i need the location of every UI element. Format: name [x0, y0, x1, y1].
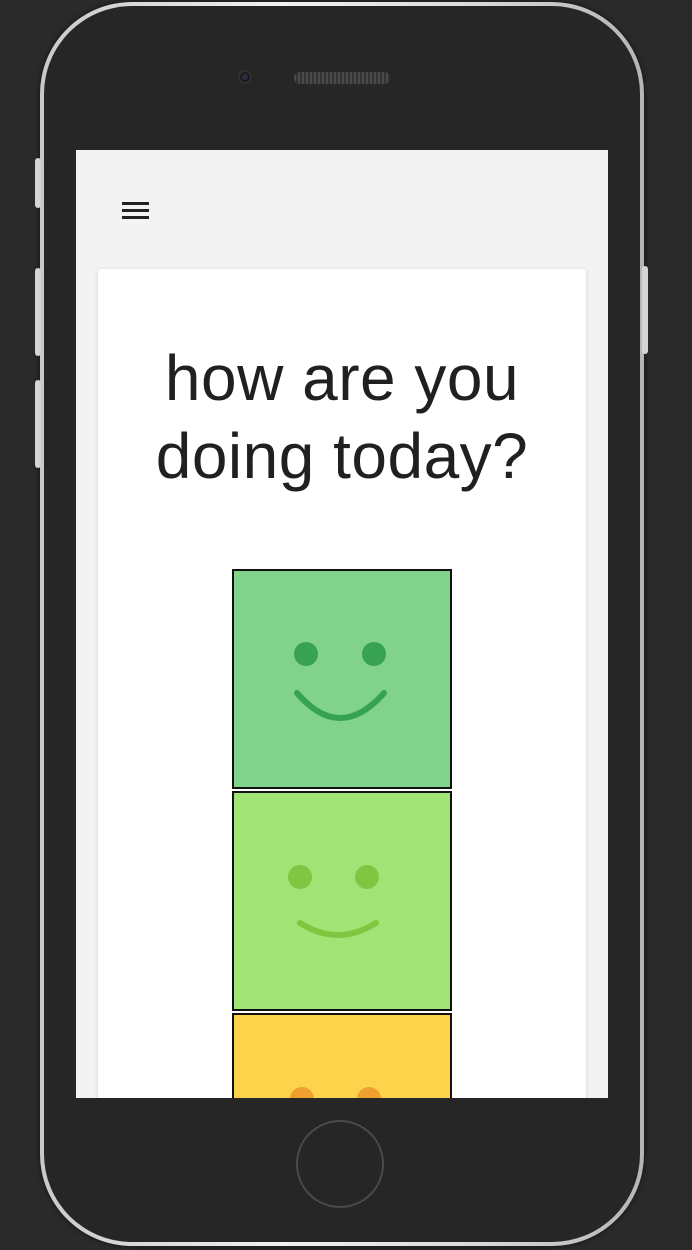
menu-line — [122, 216, 149, 219]
power-button — [642, 266, 648, 354]
volume-up-button — [35, 268, 41, 356]
volume-down-button — [35, 380, 41, 468]
menu-line — [122, 209, 149, 212]
smile-icon — [288, 865, 379, 938]
mood-card: how are you doing today? — [98, 269, 586, 1098]
menu-line — [122, 202, 149, 205]
face-eye — [288, 865, 312, 889]
earpiece-speaker — [294, 72, 390, 84]
face-mouth — [294, 690, 387, 721]
mood-option-great[interactable] — [232, 569, 452, 789]
face-eye — [294, 642, 318, 666]
app-screen: how are you doing today? — [76, 150, 608, 1098]
hamburger-menu-icon[interactable] — [116, 194, 156, 226]
face-eye — [357, 1087, 381, 1098]
device-frame: how are you doing today? — [0, 0, 692, 1250]
mute-switch — [35, 158, 41, 208]
mood-option-good[interactable] — [232, 791, 452, 1011]
face-eye — [355, 865, 379, 889]
mood-option-okay[interactable] — [232, 1013, 452, 1098]
mood-question: how are you doing today? — [155, 342, 529, 492]
big-smile-icon — [294, 642, 387, 721]
home-button[interactable] — [296, 1120, 384, 1208]
neutral-face-icon — [290, 1087, 381, 1098]
front-camera-icon — [238, 70, 252, 84]
face-mouth — [297, 920, 379, 938]
face-eye — [362, 642, 386, 666]
face-eye — [290, 1087, 314, 1098]
mood-options — [232, 569, 452, 1098]
